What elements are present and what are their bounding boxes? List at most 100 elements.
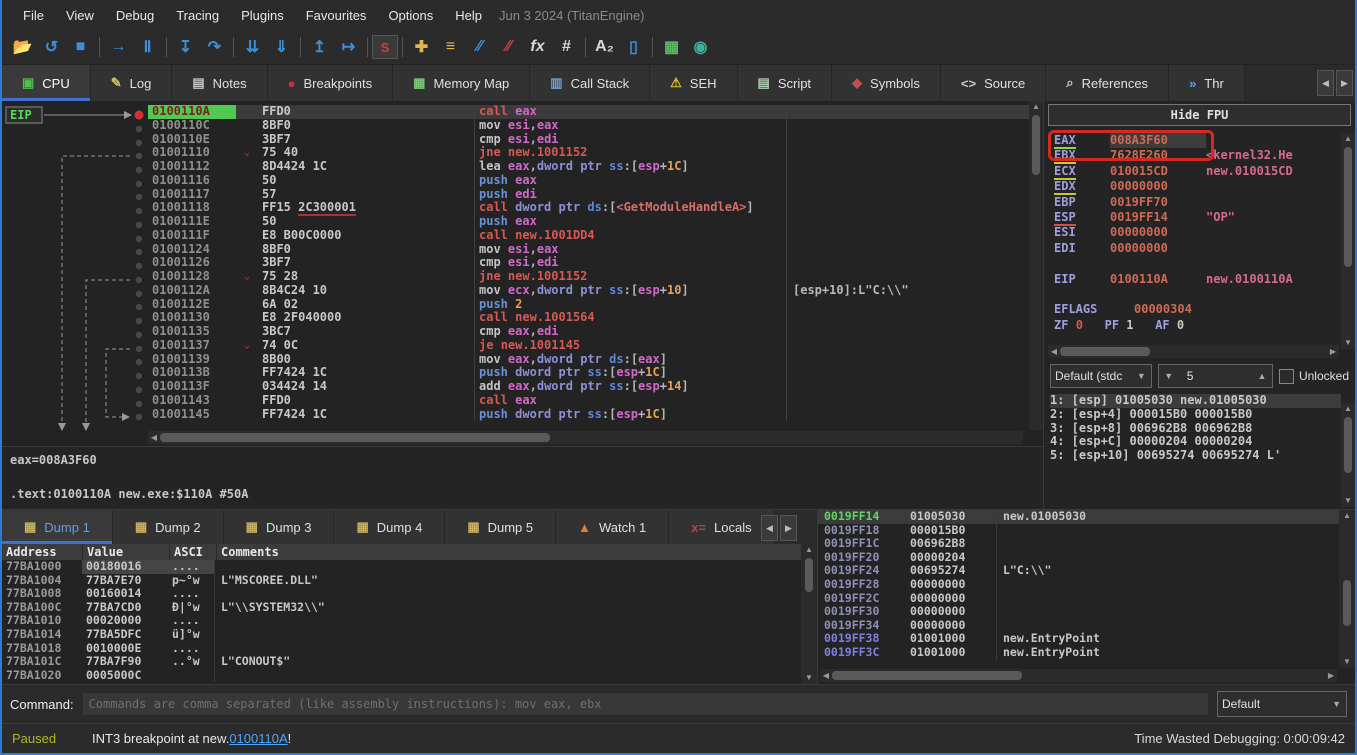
dump-tab-locals[interactable]: x=Locals xyxy=(669,510,774,544)
trace-into-icon[interactable]: ⇊ xyxy=(238,34,267,60)
tab-call-stack[interactable]: ▥Call Stack xyxy=(530,65,650,101)
menu-tracing[interactable]: Tracing xyxy=(165,4,230,27)
dump-row[interactable]: 77BA100800160014.... xyxy=(2,587,817,601)
disassembly-panel[interactable]: EIP xyxy=(2,101,1043,447)
arguments-vscrollbar[interactable]: ▲ ▼ xyxy=(1341,403,1355,507)
disasm-row[interactable]: 01001118FF15 2C300001call dword ptr ds:[… xyxy=(148,201,1043,215)
stack-hscrollbar[interactable]: ◀ ▶ xyxy=(820,669,1337,682)
stack-row[interactable]: 0019FF2800000000 xyxy=(818,578,1355,592)
restart-icon[interactable]: ↺ xyxy=(37,34,66,60)
breakpoint-address-link[interactable]: 0100110A xyxy=(229,731,287,746)
stack-row[interactable]: 0019FF2400695274L"C:\\" xyxy=(818,564,1355,578)
device-icon[interactable]: ▯ xyxy=(619,34,648,60)
disasm-row[interactable]: 01001145FF7424 1Cpush dword ptr ss:[esp+… xyxy=(148,408,1043,422)
highlight-red-icon[interactable]: ∕∕ xyxy=(494,34,523,60)
register-row[interactable]: ZF 0 PF 1 AF 0 xyxy=(1054,318,1355,333)
menu-view[interactable]: View xyxy=(55,4,105,27)
stack-vscrollbar[interactable]: ▲ ▼ xyxy=(1339,510,1355,668)
disasm-row[interactable]: 0100113F034424 14add eax,dword ptr ss:[e… xyxy=(148,380,1043,394)
stack-row[interactable]: 0019FF3C01001000new.EntryPoint xyxy=(818,646,1355,660)
execute-till-return-icon[interactable]: ↥ xyxy=(305,34,334,60)
dump-row[interactable]: 77BA100000180016.... xyxy=(2,560,817,574)
stack-row[interactable]: 0019FF3801001000new.EntryPoint xyxy=(818,632,1355,646)
tab-cpu[interactable]: ▣CPU xyxy=(2,65,91,101)
run-icon[interactable]: → xyxy=(104,34,133,60)
patch-icon[interactable]: ✚ xyxy=(407,34,436,60)
register-value[interactable]: 00000000 xyxy=(1110,241,1206,256)
disasm-row[interactable]: 0100111E50push eax xyxy=(148,215,1043,229)
checkbox-icon[interactable] xyxy=(1279,369,1294,384)
disassembly-listing[interactable]: 0100110AFFD0call eax0100110C8BF0mov esi,… xyxy=(148,101,1043,446)
registers-hscrollbar[interactable]: ◀ ▶ xyxy=(1048,345,1339,358)
disasm-row[interactable]: 0100113BFF7424 1Cpush dword ptr ss:[esp+… xyxy=(148,366,1043,380)
flag-value[interactable]: 1 xyxy=(1126,318,1155,333)
flag-value[interactable]: 0 xyxy=(1076,318,1105,333)
disasm-row[interactable]: 010011248BF0mov esi,eax xyxy=(148,243,1043,257)
dump-tab-dump-2[interactable]: ▦Dump 2 xyxy=(113,510,224,544)
disasm-row[interactable]: 01001137⌄74 0Cje new.1001145 xyxy=(148,339,1043,353)
disasm-row[interactable]: 010011128D4424 1Clea eax,dword ptr ss:[e… xyxy=(148,160,1043,174)
register-row[interactable]: EDI00000000 xyxy=(1054,241,1355,256)
registers-vscrollbar[interactable]: ▲ ▼ xyxy=(1341,133,1355,349)
tab-scroll-left-icon[interactable]: ◀ xyxy=(1317,70,1334,96)
dump-row[interactable]: 77BA10180010000E.... xyxy=(2,642,817,656)
tab-seh[interactable]: ⚠SEH xyxy=(650,65,737,101)
register-value[interactable]: 008A3F60 xyxy=(1110,133,1206,148)
dump-column-header[interactable]: Address xyxy=(2,544,83,560)
dump-tab-dump-5[interactable]: ▦Dump 5 xyxy=(445,510,556,544)
dump-tab-scroll-right-icon[interactable]: ▶ xyxy=(780,515,797,541)
dump-column-header[interactable]: ASCI xyxy=(170,544,217,560)
register-value[interactable]: 00000304 xyxy=(1134,302,1230,317)
disasm-row[interactable]: 010011353BC7cmp eax,edi xyxy=(148,325,1043,339)
disasm-row[interactable]: 0100112A8B4C24 10mov ecx,dword ptr ss:[e… xyxy=(148,284,1043,298)
calculator-icon[interactable]: ▦ xyxy=(657,34,686,60)
menu-plugins[interactable]: Plugins xyxy=(230,4,295,27)
menu-favourites[interactable]: Favourites xyxy=(295,4,378,27)
trace-over-icon[interactable]: ⇓ xyxy=(267,34,296,60)
disasm-row[interactable]: 0100112E6A 02push 2 xyxy=(148,298,1043,312)
disasm-row[interactable]: 010011263BF7cmp esi,edi xyxy=(148,256,1043,270)
arguments-list[interactable]: 1: [esp] 01005030 new.010050302: [esp+4]… xyxy=(1044,392,1355,509)
dump-tab-watch-1[interactable]: ▲Watch 1 xyxy=(556,510,669,544)
dump-row[interactable]: 77BA10200005000C xyxy=(2,669,817,683)
disasm-row[interactable]: 0100111757push edi xyxy=(148,188,1043,202)
dump-tab-dump-3[interactable]: ▦Dump 3 xyxy=(224,510,335,544)
disasm-row[interactable]: 01001130E8 2F040000call new.1001564 xyxy=(148,311,1043,325)
disassembly-hscrollbar[interactable]: ◀ xyxy=(148,431,1023,444)
stack-row[interactable]: 0019FF2000000204 xyxy=(818,551,1355,565)
dump-tab-scroll-left-icon[interactable]: ◀ xyxy=(761,515,778,541)
flag-value[interactable]: 0 xyxy=(1177,318,1206,333)
disasm-row[interactable]: 0100111650push eax xyxy=(148,174,1043,188)
register-value[interactable]: 00000000 xyxy=(1110,179,1206,194)
font-icon[interactable]: A₂ xyxy=(590,34,619,60)
register-row[interactable]: ESI00000000 xyxy=(1054,225,1355,240)
command-input[interactable] xyxy=(82,692,1209,716)
tab-references[interactable]: ⌕References xyxy=(1046,65,1169,101)
dump-row[interactable]: 77BA100C77BA7CD0Ð|°wL"\\SYSTEM32\\" xyxy=(2,601,817,615)
dump-vscrollbar[interactable]: ▲ ▼ xyxy=(801,544,817,684)
hash-icon[interactable]: # xyxy=(552,34,581,60)
argument-count-spinner[interactable]: ▼ 5 ▲ xyxy=(1158,364,1273,388)
register-value[interactable]: 010015CD xyxy=(1110,164,1206,179)
tab-source[interactable]: <>Source xyxy=(941,65,1046,101)
argument-row[interactable]: 4: [esp+C] 00000204 00000204 xyxy=(1050,435,1341,449)
comments-icon[interactable]: ≡ xyxy=(436,34,465,60)
register-value[interactable]: 0019FF14 xyxy=(1110,210,1206,225)
register-row[interactable]: EIP0100110Anew.0100110A xyxy=(1054,272,1355,287)
register-row[interactable]: ECX010015CDnew.010015CD xyxy=(1054,164,1355,179)
dump-tab-dump-1[interactable]: ▦Dump 1 xyxy=(2,510,113,544)
stack-row[interactable]: 0019FF1C006962B8 xyxy=(818,537,1355,551)
register-row[interactable]: EBX7628E260<kernel32.He xyxy=(1054,148,1355,163)
register-value[interactable]: 0019FF70 xyxy=(1110,195,1206,210)
argument-row[interactable]: 5: [esp+10] 00695274 00695274 L' xyxy=(1050,449,1341,463)
highlight-blue-icon[interactable]: ∕∕ xyxy=(465,34,494,60)
register-row[interactable]: ESP0019FF14"OP" xyxy=(1054,210,1355,225)
argument-row[interactable]: 1: [esp] 01005030 new.01005030 xyxy=(1050,394,1341,408)
dump-tab-dump-4[interactable]: ▦Dump 4 xyxy=(334,510,445,544)
stack-row[interactable]: 0019FF18000015B0 xyxy=(818,524,1355,538)
stack-panel[interactable]: 0019FF1401005030new.010050300019FF180000… xyxy=(817,510,1355,684)
menu-file[interactable]: File xyxy=(12,4,55,27)
disasm-row[interactable]: 0100111FE8 B00C0000call new.1001DD4 xyxy=(148,229,1043,243)
register-value[interactable]: 0100110A xyxy=(1110,272,1206,287)
step-over-icon[interactable]: ↷ xyxy=(200,34,229,60)
